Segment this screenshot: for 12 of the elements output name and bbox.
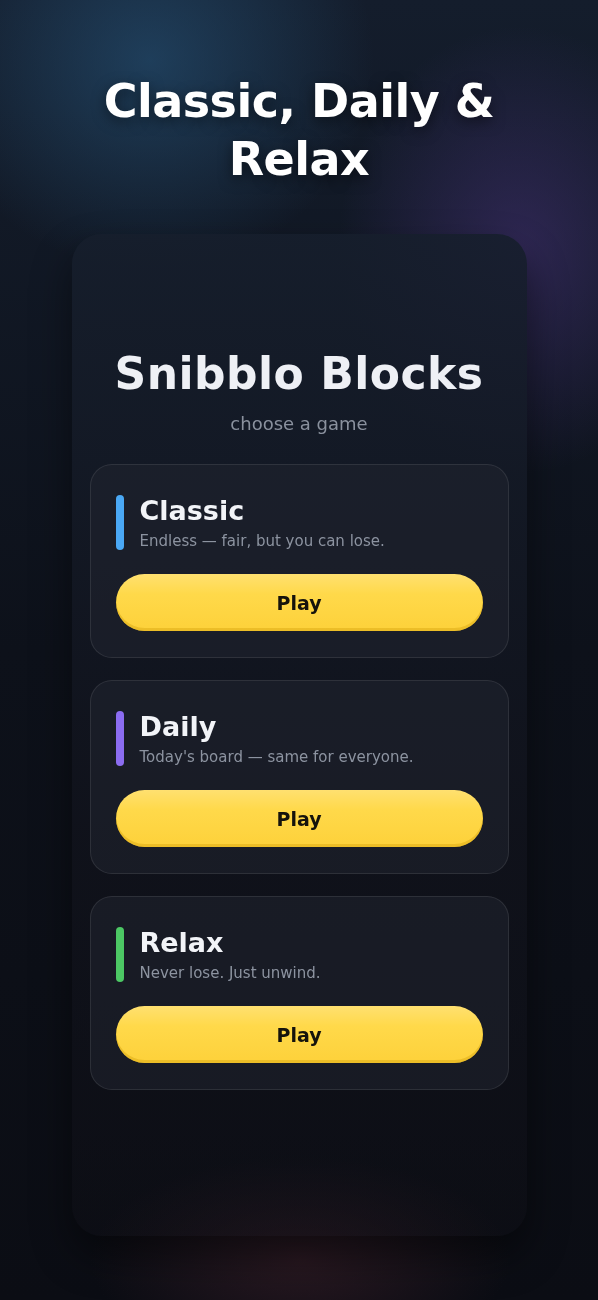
headline: Classic, Daily & Relax	[102, 73, 496, 188]
subtitle: choose a game	[230, 413, 368, 434]
mode-description: Endless — fair, but you can lose.	[139, 532, 385, 550]
play-button[interactable]: Play	[115, 574, 483, 631]
mode-name: Classic	[139, 495, 246, 526]
mode-name: Daily	[139, 711, 218, 742]
game-title: Snibblo Blocks	[114, 348, 484, 399]
play-button[interactable]: Play	[115, 790, 483, 847]
mode-description: Today's board — same for everyone.	[139, 748, 414, 766]
mode-name: Relax	[139, 927, 225, 958]
mode-description: Never lose. Just unwind.	[139, 964, 321, 982]
play-button[interactable]: Play	[115, 1006, 483, 1063]
